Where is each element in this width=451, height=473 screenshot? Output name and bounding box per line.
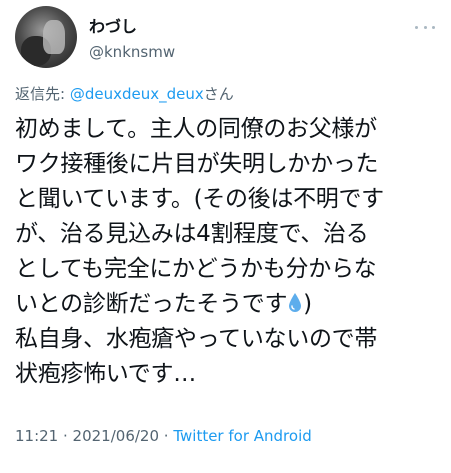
tweet-line: 初めまして。主人の同僚のお父様が xyxy=(15,116,377,142)
droplet-icon xyxy=(289,293,302,312)
more-dot xyxy=(415,25,418,29)
reply-to-line: 返信先: @deuxdeux_deuxさん xyxy=(15,84,234,104)
avatar[interactable] xyxy=(15,6,77,68)
tweet-text: 初めまして。主人の同僚のお父様が ワク接種後に片目が失明しかかった と聞いていま… xyxy=(15,112,440,392)
tweet-line-text: ) xyxy=(303,291,312,317)
tweet-line-with-emoji: いとの診断だったそうです) xyxy=(15,287,440,322)
tweet-line: と聞いています。(その後は不明です xyxy=(15,186,384,212)
tweet-line: 状疱疹怖いです… xyxy=(15,361,196,387)
more-options-icon[interactable] xyxy=(415,22,435,32)
meta-separator: · xyxy=(58,427,73,445)
avatar-figure xyxy=(43,20,65,54)
tweet-meta: 11:21 · 2021/06/20 · Twitter for Android xyxy=(15,426,312,446)
tweet-line: 私自身、水疱瘡やっていないので帯 xyxy=(15,326,378,352)
tweet-line: が、治る見込みは4割程度で、治る xyxy=(15,221,369,247)
tweet-line: ワク接種後に片目が失明しかかった xyxy=(15,151,379,177)
more-dot xyxy=(432,25,435,29)
meta-separator: · xyxy=(159,427,174,445)
reply-to-prefix: 返信先: xyxy=(15,85,70,103)
reply-to-suffix: さん xyxy=(203,85,234,103)
tweet-time[interactable]: 11:21 xyxy=(15,427,58,445)
tweet-line: としても完全にかどうかも分からな xyxy=(15,256,377,282)
more-dot xyxy=(423,25,427,29)
author-username[interactable]: @knknsmw xyxy=(89,42,175,62)
tweet-source-link[interactable]: Twitter for Android xyxy=(173,427,311,445)
author-display-name[interactable]: わづし xyxy=(89,17,137,37)
tweet-date[interactable]: 2021/06/20 xyxy=(73,427,159,445)
tweet-line-text: いとの診断だったそうです xyxy=(15,291,288,317)
reply-to-handle-link[interactable]: @deuxdeux_deux xyxy=(70,85,204,103)
